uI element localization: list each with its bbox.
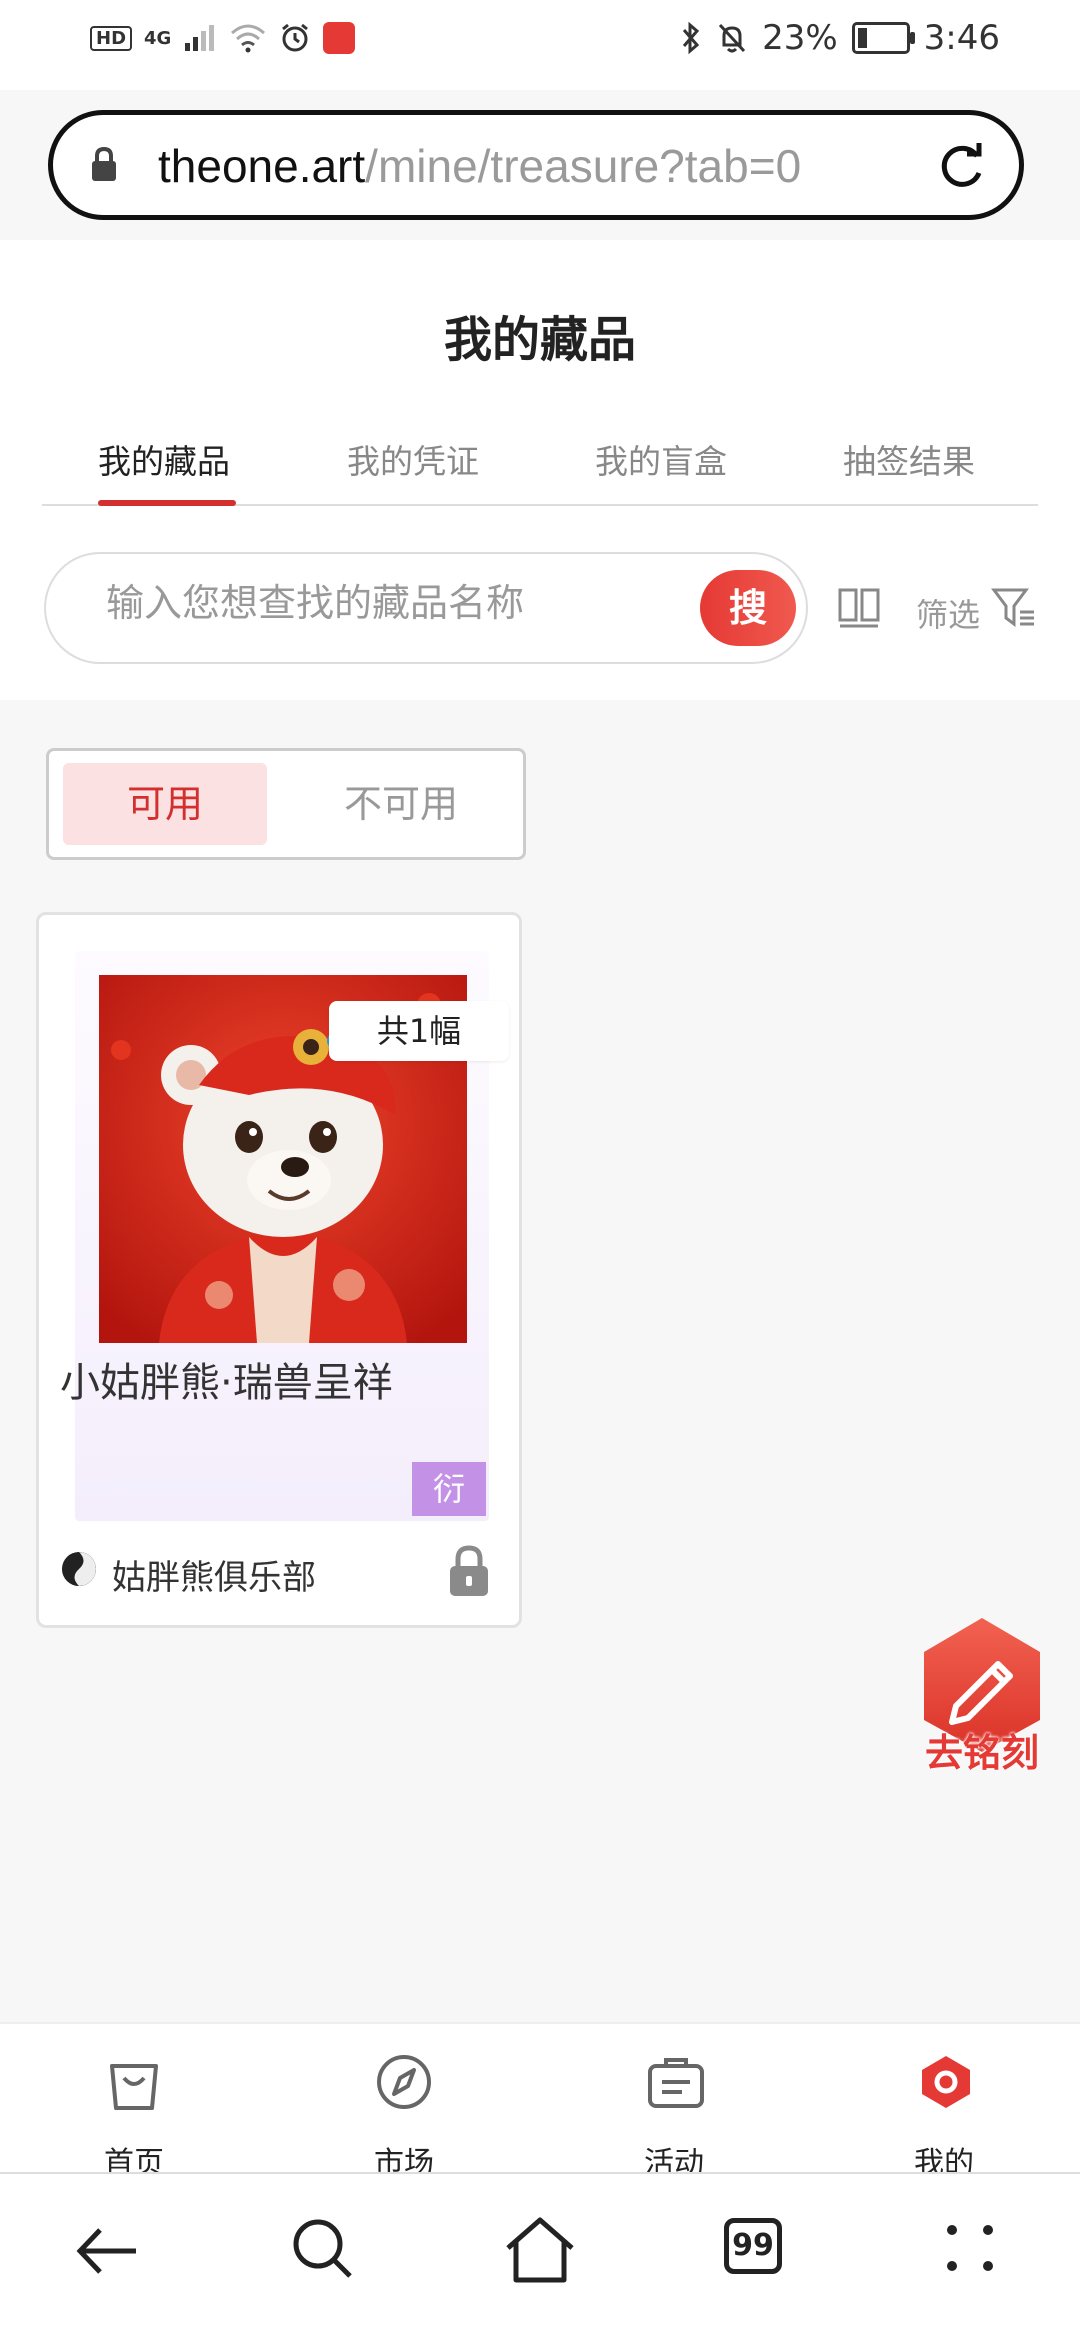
search-button[interactable]: 搜 xyxy=(700,570,796,646)
mute-bell-icon xyxy=(718,23,746,53)
count-tag: 共1幅 xyxy=(329,1001,509,1061)
profile-icon xyxy=(922,2056,970,2108)
briefcase-icon xyxy=(648,2058,704,2108)
browser-toolbar: 99 xyxy=(0,2172,1080,2342)
network-label: 4G xyxy=(144,27,172,49)
tabs-count-button[interactable]: 99 xyxy=(724,2218,782,2274)
layout-toggle-icon[interactable] xyxy=(836,586,882,632)
engrave-label[interactable]: 去铭刻 xyxy=(912,1722,1052,1777)
collection-card[interactable]: 共1幅 xyxy=(36,912,522,1628)
search-box: 搜 xyxy=(44,552,808,664)
tab-my-collection[interactable]: 我的藏品 xyxy=(98,435,230,483)
status-bar: HD 4G 23% 3:46 xyxy=(0,0,1080,90)
page-title: 我的藏品 xyxy=(443,312,636,368)
address-bar[interactable]: theone.art/mine/treasure?tab=0 xyxy=(48,110,1024,220)
tab-my-vouchers[interactable]: 我的凭证 xyxy=(347,435,479,483)
availability-toggle: 可用 不可用 xyxy=(46,748,526,860)
alarm-icon xyxy=(282,23,309,52)
search-icon[interactable] xyxy=(288,2214,358,2284)
url-host: theone.art xyxy=(158,140,366,192)
battery-icon xyxy=(851,22,915,54)
item-title: 小姑胖熊·瑞兽呈祥 xyxy=(60,1360,393,1406)
signal-icon xyxy=(185,25,215,51)
unavailable-option[interactable]: 不可用 xyxy=(299,763,503,845)
wifi-icon xyxy=(231,24,266,53)
filter-icon[interactable] xyxy=(990,584,1038,632)
reload-icon[interactable] xyxy=(937,141,987,191)
hd-badge: HD xyxy=(90,25,133,51)
derivative-badge: 衍 xyxy=(412,1462,486,1516)
lock-icon xyxy=(450,1545,488,1596)
status-left: HD 4G xyxy=(90,22,356,54)
club-name: 姑胖熊俱乐部 xyxy=(112,1558,316,1598)
tab-my-blind-boxes[interactable]: 我的盲盒 xyxy=(595,435,727,483)
available-option[interactable]: 可用 xyxy=(63,763,267,845)
filter-label[interactable]: 筛选 xyxy=(916,590,980,636)
app-notification-icon xyxy=(323,22,356,54)
status-right: 23% 3:46 xyxy=(680,18,1000,58)
search-input[interactable] xyxy=(104,580,668,626)
club-avatar xyxy=(62,1552,96,1586)
url-text[interactable]: theone.art/mine/treasure?tab=0 xyxy=(158,139,801,193)
back-arrow-icon[interactable] xyxy=(72,2216,142,2286)
compass-icon xyxy=(377,2055,431,2109)
active-tab-indicator xyxy=(98,500,236,506)
battery-percent: 23% xyxy=(762,18,838,58)
home-icon[interactable] xyxy=(502,2212,578,2288)
bluetooth-icon xyxy=(682,21,700,55)
bag-icon xyxy=(110,2064,158,2110)
tab-lottery-results[interactable]: 抽签结果 xyxy=(843,435,975,483)
secure-lock-icon xyxy=(92,146,116,181)
clock: 3:46 xyxy=(923,18,1000,58)
more-dots-icon[interactable] xyxy=(940,2218,1000,2278)
url-path: /mine/treasure?tab=0 xyxy=(365,140,802,192)
